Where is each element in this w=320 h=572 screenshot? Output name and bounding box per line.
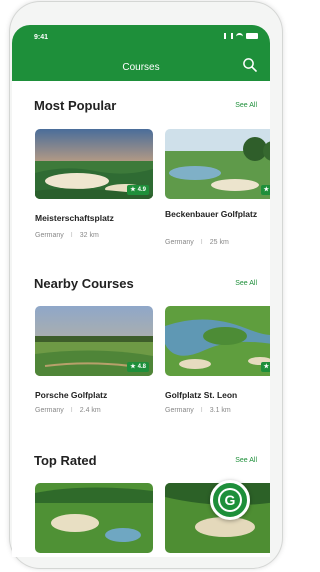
golf-app-button[interactable]: G	[210, 480, 250, 520]
rating-badge: ★4.	[260, 185, 270, 195]
golf-logo-icon: G	[218, 488, 242, 512]
course-name: Meisterschaftsplatz	[35, 213, 114, 223]
course-distance: 25 km	[209, 239, 229, 246]
course-card[interactable]: ★4. Beckenbauer Golfplatz GermanyI25 km	[165, 129, 270, 246]
course-image: ★3.	[165, 306, 270, 376]
see-all-most-popular[interactable]: See All	[235, 102, 257, 109]
rating-badge: ★ 4.8	[127, 362, 149, 372]
course-meta: Germany I 3.1 km	[165, 407, 231, 414]
course-name: Porsche Golfplatz	[35, 390, 108, 400]
rating-badge: ★3.	[260, 362, 270, 372]
battery-icon	[246, 33, 258, 39]
course-card[interactable]: ★ 4.9 Meisterschaftsplatz Germany I 32 km	[35, 129, 153, 239]
course-meta: Germany I 2.4 km	[35, 407, 101, 414]
course-meta: Germany I 25 km	[165, 239, 229, 246]
star-icon: ★	[263, 187, 269, 193]
course-distance: 3.1 km	[209, 407, 231, 414]
page-title: Courses	[122, 62, 160, 73]
wifi-icon	[236, 33, 243, 39]
course-image: ★ 4.8	[35, 306, 153, 376]
course-distance: 32 km	[79, 232, 99, 239]
see-all-nearby-courses[interactable]: See All	[235, 280, 257, 287]
course-name: Beckenbauer Golfplatz	[165, 209, 258, 219]
course-country: Germany	[35, 407, 64, 414]
course-card[interactable]: ★3. Golfplatz St. Leon GermanyI3.1 km	[165, 306, 270, 414]
course-country: Germany	[35, 232, 64, 239]
signal-icon	[224, 33, 233, 39]
star-icon: ★	[130, 187, 136, 193]
section-title-most-popular: Most Popular	[34, 98, 117, 113]
course-card[interactable]	[35, 483, 153, 553]
star-icon: ★	[263, 364, 269, 370]
course-name: Golfplatz St. Leon	[165, 390, 238, 400]
status-time: 9:41	[34, 34, 49, 41]
course-card[interactable]: ★ 4.8 Porsche Golfplatz Germany I 2.4 km	[35, 306, 153, 414]
see-all-top-rated[interactable]: See All	[235, 457, 257, 464]
course-distance: 2.4 km	[79, 407, 101, 414]
app-header: 9:41 Courses	[12, 25, 270, 81]
course-country: Germany	[165, 239, 194, 246]
course-image: ★ 4.9	[35, 129, 153, 199]
section-title-top-rated: Top Rated	[34, 453, 97, 468]
section-title-nearby-courses: Nearby Courses	[34, 276, 134, 291]
course-country: Germany	[165, 407, 194, 414]
course-image: ★4.	[165, 129, 270, 199]
svg-text:G: G	[225, 492, 236, 508]
status-icons	[224, 33, 258, 39]
star-icon: ★	[130, 364, 136, 370]
rating-badge: ★ 4.9	[127, 185, 149, 195]
search-button[interactable]	[242, 57, 258, 73]
course-image	[35, 483, 153, 553]
course-meta: Germany I 32 km	[35, 232, 99, 239]
search-icon	[243, 58, 257, 72]
